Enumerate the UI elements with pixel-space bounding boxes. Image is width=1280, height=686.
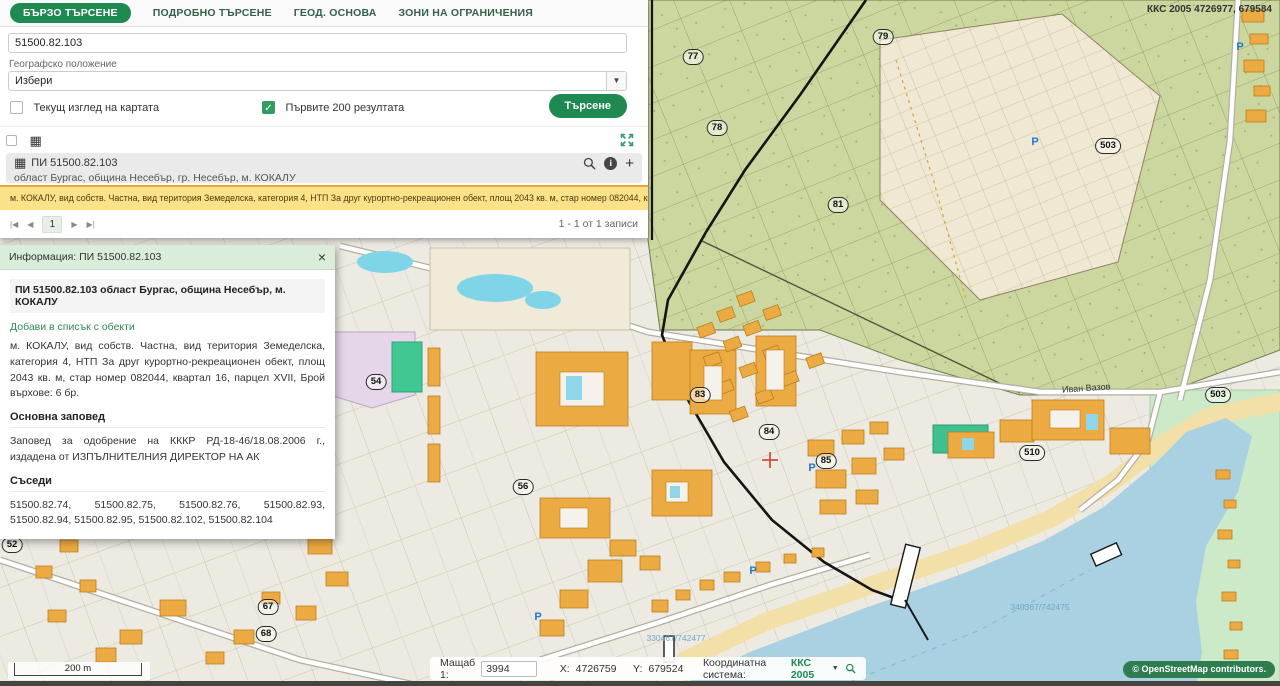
pagination: |◀ ◀ 1 ▶ ▶| 1 - 1 от 1 записи xyxy=(0,210,648,238)
page-next-icon[interactable]: ▶ xyxy=(71,220,77,229)
expand-results-icon[interactable] xyxy=(620,133,634,147)
order-text: Заповед за одобрение на КККР РД-18-46/18… xyxy=(10,434,325,466)
search-panel: БЪРЗО ТЪРСЕНЕ ПОДРОБНО ТЪРСЕНЕ ГЕОД. ОСН… xyxy=(0,0,648,238)
map-statusbar: Мащаб 1: X: 4726759 Y: 679524 Координатн… xyxy=(430,657,866,680)
result-info-icon[interactable]: i xyxy=(604,157,617,170)
parcel-grid-icon: ▦ xyxy=(14,155,26,170)
result-add-icon[interactable]: + xyxy=(625,157,634,170)
tab-detailed-search[interactable]: ПОДРОБНО ТЪРСЕНЕ xyxy=(153,7,272,19)
x-label: X: xyxy=(560,663,570,675)
first-200-checkbox[interactable]: ✓ xyxy=(262,101,275,114)
crs-select[interactable]: ККС 2005 xyxy=(791,657,826,681)
pagination-summary: 1 - 1 от 1 записи xyxy=(559,218,638,230)
geo-select-value: Избери xyxy=(9,75,606,87)
grid-icon: ▦ xyxy=(29,133,41,148)
parcel-heading: ПИ 51500.82.103 област Бургас, община Не… xyxy=(10,279,325,313)
geo-location-select[interactable]: Избери ▼ xyxy=(8,71,627,91)
page-first-icon[interactable]: |◀ xyxy=(10,220,18,229)
search-input[interactable] xyxy=(8,33,627,53)
map-scalebar: 200 m xyxy=(8,662,150,680)
select-caret-icon[interactable]: ▼ xyxy=(606,72,626,90)
info-popup: Информация: ПИ 51500.82.103 × ПИ 51500.8… xyxy=(0,245,335,539)
search-tabs: БЪРЗО ТЪРСЕНЕ ПОДРОБНО ТЪРСЕНЕ ГЕОД. ОСН… xyxy=(0,0,648,27)
crs-caret-icon[interactable]: ▼ xyxy=(832,665,839,672)
y-label: Y: xyxy=(633,663,642,675)
parcel-description: м. КОКАЛУ, вид собств. Частна, вид терит… xyxy=(10,339,325,402)
result-details-row[interactable]: м. КОКАЛУ, вид собств. Частна, вид терит… xyxy=(0,185,648,210)
info-popup-header: Информация: ПИ 51500.82.103 × xyxy=(0,245,335,270)
first-200-label: Първите 200 резултата xyxy=(285,102,404,114)
scalebar-label: 200 m xyxy=(14,663,142,676)
results-header: ▦ xyxy=(6,132,642,150)
map-crs-readout: ККС 2005 4726977, 679584 xyxy=(1147,4,1272,15)
current-view-label: Текущ изглед на картата xyxy=(33,102,159,114)
search-button[interactable]: Търсене xyxy=(549,94,627,118)
y-value: 679524 xyxy=(648,663,683,675)
scale-input[interactable] xyxy=(481,661,537,677)
coordinate-search-icon[interactable] xyxy=(845,661,856,676)
order-section-heading: Основна заповед xyxy=(10,411,325,428)
zoom-to-result-icon[interactable] xyxy=(583,157,596,170)
close-icon[interactable]: × xyxy=(318,250,326,264)
x-value: 4726759 xyxy=(576,663,617,675)
page-prev-icon[interactable]: ◀ xyxy=(27,220,33,229)
tab-quick-search[interactable]: БЪРЗО ТЪРСЕНЕ xyxy=(10,3,131,23)
add-to-list-link[interactable]: Добави в списък с обекти xyxy=(10,321,325,333)
scale-label: Мащаб 1: xyxy=(440,657,475,681)
neighbors-text: 51500.82.74, 51500.82.75, 51500.82.76, 5… xyxy=(10,498,325,530)
crs-label: Координатна система: xyxy=(703,657,785,681)
tab-geodetic-basis[interactable]: ГЕОД. ОСНОВА xyxy=(294,7,377,19)
page-last-icon[interactable]: ▶| xyxy=(87,220,95,229)
info-popup-title: Информация: ПИ 51500.82.103 xyxy=(9,251,161,263)
current-view-checkbox[interactable] xyxy=(10,101,23,114)
neighbors-section-heading: Съседи xyxy=(10,475,325,492)
result-title: ▦ПИ 51500.82.103 xyxy=(14,155,634,171)
page-current[interactable]: 1 xyxy=(42,216,62,233)
osm-attribution[interactable]: © OpenStreetMap contributors. xyxy=(1123,661,1275,678)
bottom-strip xyxy=(0,681,1280,686)
select-all-checkbox[interactable] xyxy=(6,135,17,146)
panel-divider xyxy=(0,126,648,127)
tab-restriction-zones[interactable]: ЗОНИ НА ОГРАНИЧЕНИЯ xyxy=(399,7,534,19)
result-item[interactable]: ▦ПИ 51500.82.103 област Бургас, община Н… xyxy=(6,153,642,183)
result-subtitle: област Бургас, община Несебър, гр. Несеб… xyxy=(14,172,634,184)
geo-location-label: Географско положение xyxy=(9,59,117,70)
